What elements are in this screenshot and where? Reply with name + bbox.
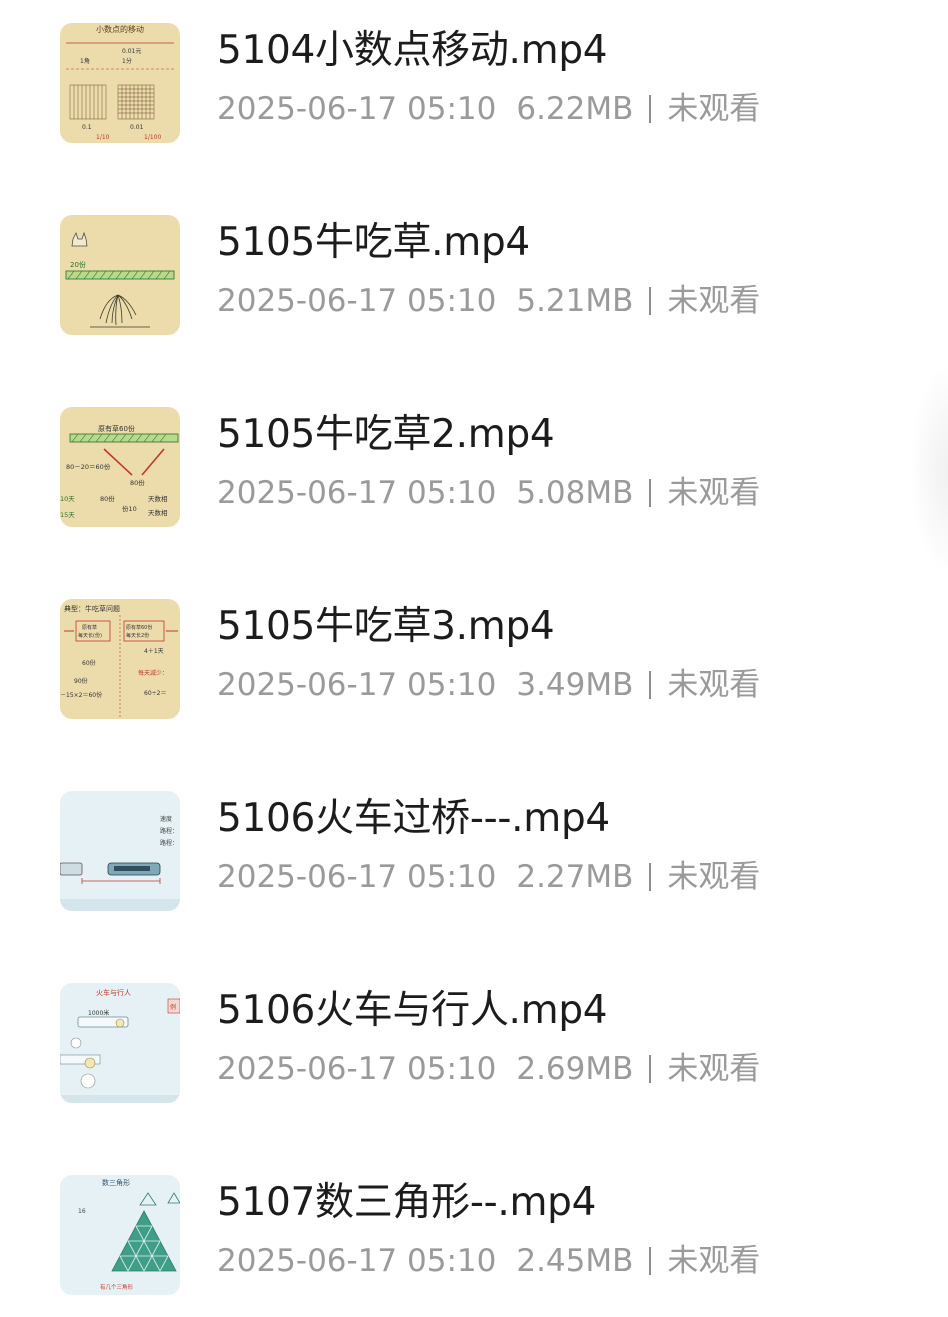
thumb-text: 1/10 (96, 134, 110, 141)
thumb-text: 天数相 (148, 494, 168, 503)
video-thumbnail[interactable]: 20份 (60, 215, 180, 335)
meta-divider (649, 287, 652, 315)
thumb-text: 天数相 (148, 508, 168, 517)
thumb-text: 60÷2＝ (144, 690, 166, 697)
meta-divider (649, 479, 652, 507)
thumb-text: 1/100 (144, 134, 161, 141)
video-meta: 2025-06-17 05:10 5.08MB 未观看 (217, 475, 760, 511)
thumb-text: －15×2＝60份 (60, 691, 102, 699)
video-file-name: 5106火车与行人.mp4 (217, 988, 608, 1033)
video-date: 2025-06-17 05:10 (217, 667, 497, 703)
meta-divider (649, 1055, 652, 1083)
watch-status: 未观看 (667, 475, 761, 511)
thumb-text: 原有草60份 (126, 624, 152, 631)
video-thumbnail[interactable]: 速度 路程： 路程： (60, 791, 180, 911)
video-size: 3.49MB (516, 667, 634, 703)
thumb-title: 小数点的移动 (96, 24, 144, 34)
video-meta: 2025-06-17 05:10 3.49MB 未观看 (217, 667, 760, 703)
video-meta: 2025-06-17 05:10 6.22MB 未观看 (217, 91, 760, 127)
watch-status: 未观看 (667, 1243, 761, 1279)
thumb-text: 数三角形 (102, 1178, 130, 1187)
thumb-text: 火车与行人 (96, 988, 131, 997)
video-date: 2025-06-17 05:10 (217, 1051, 497, 1087)
video-size: 2.69MB (516, 1051, 634, 1087)
video-item[interactable]: 小数点的移动 0.01元 1角 1分 0.1 0.01 1/10 1/100 5… (0, 8, 948, 158)
thumb-text: 典型：牛吃草问题 (64, 604, 120, 613)
video-date: 2025-06-17 05:10 (217, 475, 497, 511)
video-thumbnail[interactable]: 数三角形 16 有几个三角形 (60, 1175, 180, 1295)
watch-status: 未观看 (667, 1051, 761, 1087)
meta-divider (649, 95, 652, 123)
thumb-text: 60份 (82, 659, 96, 667)
video-date: 2025-06-17 05:10 (217, 1243, 497, 1279)
video-size: 2.45MB (516, 1243, 634, 1279)
video-item[interactable]: 速度 路程： 路程： 5106火车过桥---.mp4 2025-06-17 05… (0, 776, 948, 926)
thumb-text: 0.01 (130, 124, 144, 131)
video-item[interactable]: 数三角形 16 有几个三角形 5107数三角形--.mp4 2025-06-17… (0, 1160, 948, 1310)
watch-status: 未观看 (667, 283, 761, 319)
svg-text:份10: 份10 (122, 504, 137, 513)
video-size: 5.08MB (516, 475, 634, 511)
thumb-text: 例 (170, 1003, 176, 1011)
thumb-text: 每天长2份 (126, 632, 149, 639)
thumb-text: 1分 (122, 57, 132, 65)
thumb-text: 16 (78, 1208, 86, 1215)
video-item[interactable]: 原有草60份 80－20＝60份 80份 10天 15天 80份 份10 天数相… (0, 392, 948, 542)
video-thumbnail[interactable]: 典型：牛吃草问题 原有草 每天长(份) 原有草60份 每天长2份 60份 90份… (60, 599, 180, 719)
video-file-name: 5105牛吃草2.mp4 (217, 412, 555, 457)
watch-status: 未观看 (667, 859, 761, 895)
video-meta: 2025-06-17 05:10 2.69MB 未观看 (217, 1051, 760, 1087)
svg-text:80份: 80份 (100, 494, 115, 503)
thumb-text: 80份 (130, 478, 145, 487)
thumb-text: 0.1 (82, 124, 92, 131)
video-thumbnail[interactable]: 原有草60份 80－20＝60份 80份 10天 15天 80份 份10 天数相… (60, 407, 180, 527)
thumb-text: 速度 (160, 815, 172, 823)
video-size: 2.27MB (516, 859, 634, 895)
thumb-text: 有几个三角形 (100, 1283, 134, 1291)
video-size: 6.22MB (516, 91, 634, 127)
thumb-text: 15天 (60, 511, 75, 519)
thumb-text: 路程： (160, 839, 178, 847)
video-meta: 2025-06-17 05:10 2.27MB 未观看 (217, 859, 760, 895)
video-thumbnail[interactable]: 火车与行人 例 1000米 (60, 983, 180, 1103)
thumb-text: 每天减少： (138, 669, 168, 677)
video-thumbnail[interactable]: 小数点的移动 0.01元 1角 1分 0.1 0.01 1/10 1/100 (60, 23, 180, 143)
thumb-text: 4＋1天 (144, 648, 164, 655)
video-file-name: 5104小数点移动.mp4 (217, 28, 608, 73)
meta-divider (649, 671, 652, 699)
thumb-text: 原有草60份 (98, 424, 135, 433)
thumb-text: 1000米 (88, 1009, 109, 1017)
watch-status: 未观看 (667, 91, 761, 127)
video-meta: 2025-06-17 05:10 5.21MB 未观看 (217, 283, 760, 319)
video-item[interactable]: 火车与行人 例 1000米 5106火车与行人.mp4 2025-06-17 0… (0, 968, 948, 1118)
thumb-text: 1角 (80, 57, 90, 65)
thumb-text: 10天 (60, 495, 75, 503)
video-file-name: 5107数三角形--.mp4 (217, 1180, 597, 1225)
video-date: 2025-06-17 05:10 (217, 283, 497, 319)
thumb-text: 20份 (70, 260, 86, 269)
meta-divider (649, 863, 652, 891)
video-item[interactable]: 20份 5105牛吃草.mp4 2025-06-17 05:10 5.21MB … (0, 200, 948, 350)
video-size: 5.21MB (516, 283, 634, 319)
video-file-name: 5105牛吃草.mp4 (217, 220, 530, 265)
video-meta: 2025-06-17 05:10 2.45MB 未观看 (217, 1243, 760, 1279)
thumb-text: 原有草 (82, 624, 97, 631)
video-date: 2025-06-17 05:10 (217, 859, 497, 895)
thumb-text: 0.01元 (122, 48, 141, 55)
thumb-text: 80－20＝60份 (66, 462, 111, 471)
video-date: 2025-06-17 05:10 (217, 91, 497, 127)
meta-divider (649, 1247, 652, 1275)
thumb-text: 路程： (160, 827, 178, 835)
video-item[interactable]: 典型：牛吃草问题 原有草 每天长(份) 原有草60份 每天长2份 60份 90份… (0, 584, 948, 734)
thumb-text: 每天长(份) (78, 632, 102, 639)
thumb-text: 90份 (74, 677, 88, 685)
watch-status: 未观看 (667, 667, 761, 703)
video-file-name: 5106火车过桥---.mp4 (217, 796, 610, 841)
video-file-name: 5105牛吃草3.mp4 (217, 604, 555, 649)
